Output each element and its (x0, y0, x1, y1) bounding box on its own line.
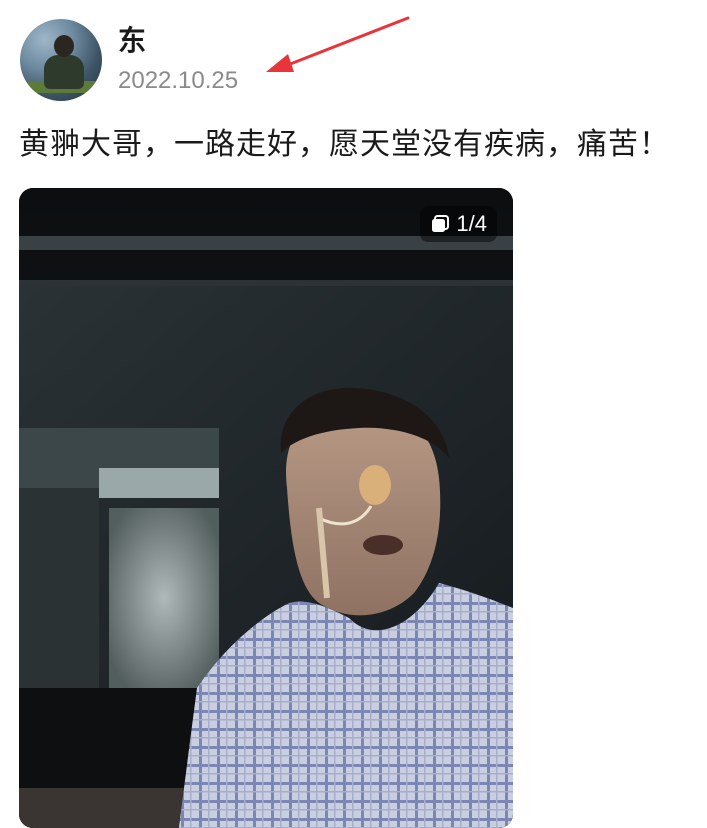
author-name[interactable]: 东 (118, 24, 146, 58)
image-page-indicator: 1/4 (456, 211, 487, 236)
image-count-badge: 1/4 (420, 206, 497, 242)
author-avatar[interactable] (20, 19, 102, 101)
avatar-figure-head (54, 35, 74, 57)
image-stack-icon (432, 215, 450, 232)
post-text: 黄翀大哥，一路走好，愿天堂没有疾病，痛苦！ (19, 127, 670, 162)
red-arrow-icon (266, 16, 410, 72)
photo-scene (19, 188, 513, 828)
avatar-figure-body (44, 55, 84, 89)
post-date: 2022.10.25 (118, 67, 239, 94)
post-photo[interactable]: 1/4 (19, 188, 513, 828)
